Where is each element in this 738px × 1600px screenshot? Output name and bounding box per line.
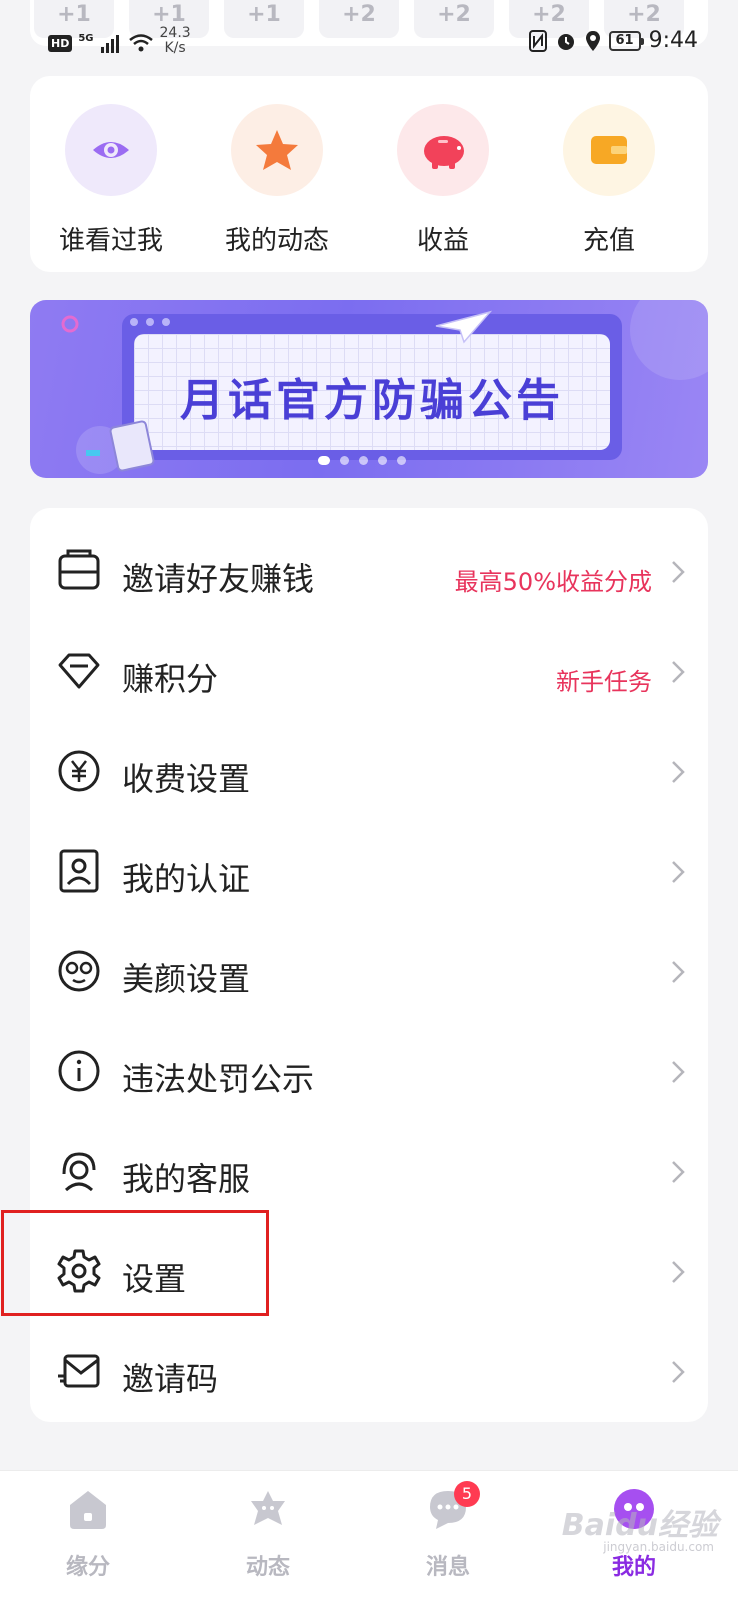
menu-item-beauty-settings[interactable]: 美颜设置 [30,920,708,1020]
info-circle-icon [58,1050,100,1092]
menu-item-label: 我的认证 [122,860,251,898]
hd-badge: HD [48,34,73,52]
menu-item-hint: 新手任务 [556,668,652,696]
menu-item-penalty-notice[interactable]: 违法处罚公示 [30,1020,708,1120]
banner-dot[interactable] [378,456,387,465]
chevron-right-icon [672,1361,685,1383]
banner-pagination [318,456,406,465]
chevron-right-icon [672,1061,685,1083]
banner-title: 月话官方防骗公告 [180,375,564,426]
eye-icon [65,104,157,196]
watermark: Baidu经验 [561,1508,718,1543]
menu-item-invite-friends[interactable]: 邀请好友赚钱 最高50%收益分成 [30,520,708,620]
home-icon [70,1491,106,1529]
announcement-banner[interactable]: 月话官方防骗公告 [30,300,708,478]
quick-action-label: 谁看过我 [58,226,163,256]
banner-dot[interactable] [340,456,349,465]
banner-window-dots [130,318,170,326]
menu-item-label: 收费设置 [122,760,251,798]
paper-plane-icon [435,310,493,344]
menu-item-label: 邀请好友赚钱 [122,560,315,598]
chevron-right-icon [672,1161,685,1183]
quick-action-my-posts[interactable]: 我的动态 [202,104,352,257]
nav-label: 消息 [425,1555,470,1580]
menu-item-earn-points[interactable]: 赚积分 新手任务 [30,620,708,720]
yuan-circle-icon [58,750,100,792]
wifi-icon [128,34,153,52]
menu-item-label: 邀请码 [122,1360,219,1398]
location-icon [585,30,600,51]
banner-dot[interactable] [397,456,406,465]
menu-item-hint: 最高50%收益分成 [454,568,652,596]
headset-icon [62,1152,96,1192]
annotation-highlight [1,1210,269,1316]
mail-send-icon [58,1354,100,1388]
quick-actions-card: 谁看过我 我的动态 收益 充值 [30,76,708,272]
quick-action-visitors[interactable]: 谁看过我 [36,104,186,257]
invite-box-icon [58,549,100,590]
banner-dot[interactable] [318,456,330,465]
nav-tab-feed[interactable]: 动态 [208,1487,328,1581]
chevron-right-icon [672,961,685,983]
planet-icon [251,1491,285,1525]
network-speed: 24.3 K/s [159,25,191,56]
quick-action-label: 收益 [416,226,469,256]
nav-label: 动态 [245,1555,290,1580]
quick-action-label: 充值 [582,226,635,256]
menu-item-customer-service[interactable]: 我的客服 [30,1120,708,1220]
menu-item-invite-code[interactable]: 邀请码 [30,1320,708,1420]
menu-item-fee-settings[interactable]: 收费设置 [30,720,708,820]
unread-badge: 5 [454,1481,480,1507]
banner-dot[interactable] [359,456,368,465]
nav-label: 缘分 [65,1555,110,1580]
network-type: 5G [78,32,94,44]
chevron-right-icon [672,861,685,883]
menu-item-label: 美颜设置 [122,960,251,998]
nfc-icon [528,29,547,52]
menu-item-label: 违法处罚公示 [122,1060,315,1098]
star-icon [231,104,323,196]
face-icon [58,950,100,992]
clock: 9:44 [648,28,698,53]
diamond-icon [58,653,100,689]
piggy-bank-icon [397,104,489,196]
quick-action-earnings[interactable]: 收益 [368,104,518,257]
menu-item-label: 我的客服 [122,1160,251,1198]
nav-tab-messages[interactable]: 5 消息 [388,1481,508,1581]
quick-action-label: 我的动态 [224,226,329,256]
alarm-icon [557,33,574,50]
quick-action-recharge[interactable]: 充值 [534,104,684,257]
id-card-icon [59,849,99,893]
chevron-right-icon [672,661,685,683]
nav-tab-match[interactable]: 缘分 [28,1487,148,1581]
status-bar: HD 5G 24.3 K/s 61 9:44 [0,22,738,62]
menu-item-label: 赚积分 [122,660,219,698]
chevron-right-icon [672,1261,685,1283]
signal-icon [100,35,119,53]
watermark-url: jingyan.baidu.com [603,1540,714,1554]
wallet-icon [563,104,655,196]
chevron-right-icon [672,761,685,783]
menu-item-verification[interactable]: 我的认证 [30,820,708,920]
chevron-right-icon [672,561,685,583]
battery-indicator: 61 [608,30,644,51]
